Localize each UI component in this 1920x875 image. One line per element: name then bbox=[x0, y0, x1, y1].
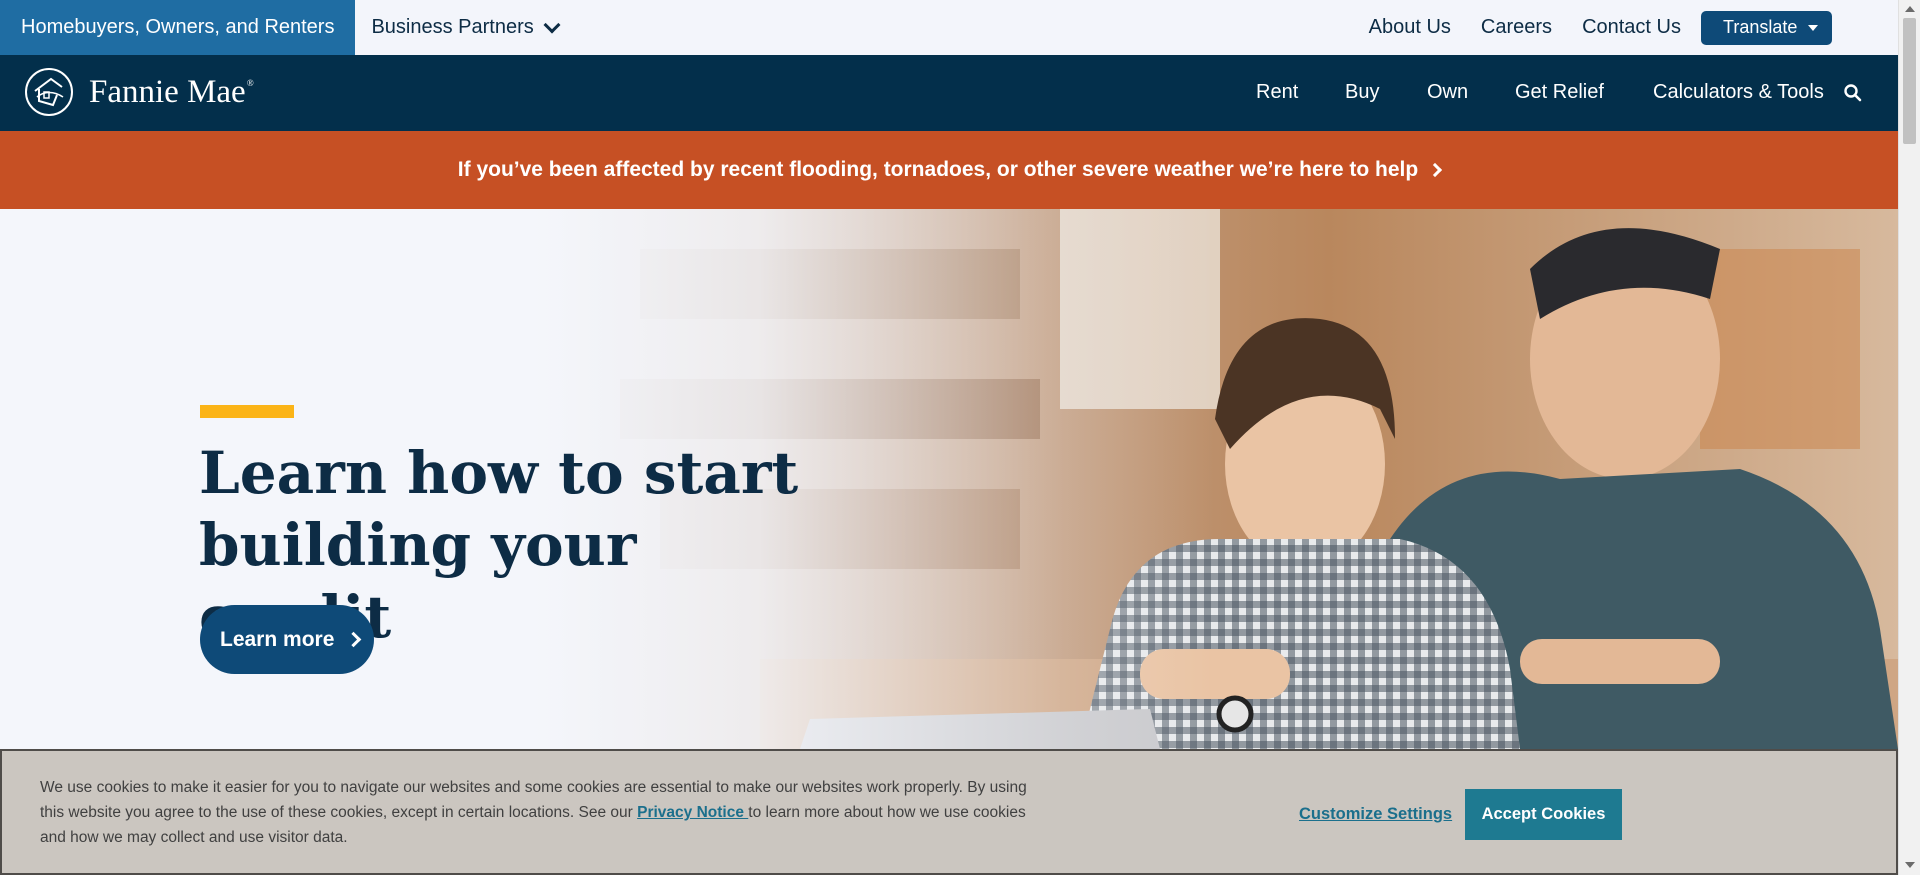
audience-tab-business-partners-label: Business Partners bbox=[371, 16, 534, 38]
audience-tab-business-partners[interactable]: Business Partners bbox=[355, 0, 561, 55]
chevron-right-icon bbox=[1428, 162, 1443, 178]
translate-button[interactable]: Translate bbox=[1701, 10, 1832, 45]
weather-alert-banner[interactable]: If you’ve been affected by recent floodi… bbox=[0, 131, 1898, 209]
nav-item-buy[interactable]: Buy bbox=[1345, 81, 1379, 104]
weather-alert-text: If you’ve been affected by recent floodi… bbox=[457, 158, 1419, 181]
accept-cookies-button[interactable]: Accept Cookies bbox=[1465, 789, 1622, 840]
cookie-consent-banner: We use cookies to make it easier for you… bbox=[0, 749, 1898, 875]
scroll-down-arrow-icon[interactable] bbox=[1905, 862, 1915, 868]
house-circle-logo-icon bbox=[25, 68, 73, 116]
learn-more-button[interactable]: Learn more bbox=[200, 605, 374, 674]
caret-down-icon bbox=[1808, 24, 1818, 31]
accept-cookies-label: Accept Cookies bbox=[1481, 805, 1606, 823]
cookie-message: We use cookies to make it easier for you… bbox=[40, 775, 1040, 850]
search-icon[interactable] bbox=[1843, 83, 1863, 103]
brand-logo[interactable]: Fannie Mae ® bbox=[24, 67, 254, 117]
contact-us-link[interactable]: Contact Us bbox=[1582, 16, 1681, 39]
utility-bar: Homebuyers, Owners, and Renters Business… bbox=[0, 0, 1898, 55]
chevron-down-icon bbox=[543, 16, 561, 33]
chevron-right-icon bbox=[346, 631, 362, 648]
brand-name-text: Fannie Mae bbox=[89, 73, 246, 110]
careers-link[interactable]: Careers bbox=[1481, 16, 1552, 39]
page-scrollbar[interactable] bbox=[1898, 0, 1920, 875]
nav-item-own[interactable]: Own bbox=[1427, 81, 1468, 104]
title-accent-bar bbox=[200, 405, 294, 418]
privacy-notice-link[interactable]: Privacy Notice bbox=[637, 804, 748, 821]
brand-name: Fannie Mae ® bbox=[89, 73, 254, 111]
nav-item-calculators-tools[interactable]: Calculators & Tools bbox=[1653, 81, 1824, 104]
main-navigation: Fannie Mae ® Rent Buy Own Get Relief Calc… bbox=[0, 55, 1898, 131]
learn-more-label: Learn more bbox=[220, 627, 335, 651]
translate-label: Translate bbox=[1723, 17, 1798, 37]
audience-tab-homebuyers-label: Homebuyers, Owners, and Renters bbox=[21, 16, 335, 38]
nav-item-get-relief[interactable]: Get Relief bbox=[1515, 81, 1604, 104]
scrollbar-thumb[interactable] bbox=[1903, 18, 1916, 144]
nav-item-rent[interactable]: Rent bbox=[1256, 81, 1298, 104]
utility-links: About Us Careers Contact Us Translate bbox=[1339, 0, 1832, 55]
customize-settings-link[interactable]: Customize Settings bbox=[1299, 805, 1452, 824]
audience-tab-homebuyers[interactable]: Homebuyers, Owners, and Renters bbox=[0, 0, 356, 55]
about-us-link[interactable]: About Us bbox=[1369, 16, 1451, 39]
registered-mark: ® bbox=[246, 77, 254, 88]
hero-section: Learn how to start building your credit … bbox=[0, 209, 1898, 749]
scroll-up-arrow-icon[interactable] bbox=[1905, 6, 1915, 12]
